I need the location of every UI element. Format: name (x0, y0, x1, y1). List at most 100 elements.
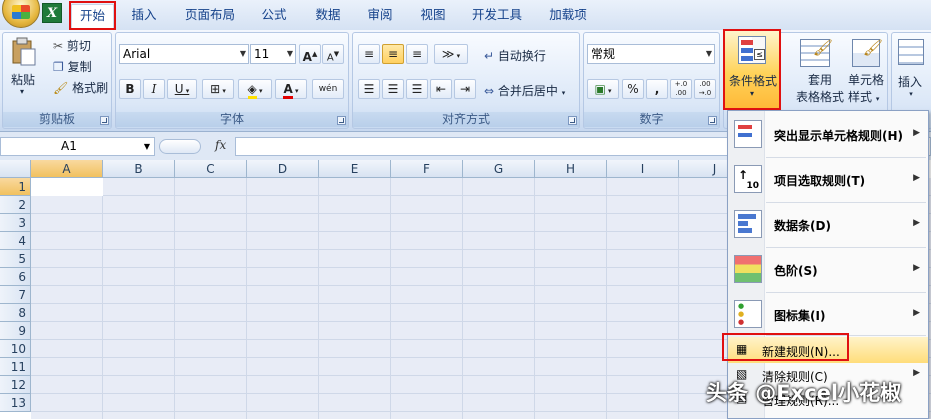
conditional-formatting-button[interactable]: ≤ 条件格式 ▾ (723, 29, 781, 110)
number-launcher-icon[interactable] (708, 116, 717, 125)
tab-insert[interactable]: 插入 (126, 4, 162, 28)
underline-label: U (174, 82, 184, 96)
select-all-corner[interactable] (0, 160, 31, 178)
number-format-combo[interactable]: 常规 ▼ (587, 44, 715, 64)
underline-button[interactable]: U ▾ (167, 79, 197, 99)
currency-button[interactable]: ▣ ▾ (587, 79, 619, 99)
tab-data[interactable]: 数据 (308, 4, 348, 28)
name-box-value: A1 (61, 139, 77, 153)
font-launcher-icon[interactable] (337, 116, 346, 125)
tab-review[interactable]: 审阅 (360, 4, 400, 28)
tab-formulas[interactable]: 公式 (254, 4, 294, 28)
chevron-down-icon: ▼ (705, 49, 712, 58)
font-color-button[interactable]: A ▾ (275, 79, 307, 99)
align-right-button[interactable]: ☰ (406, 79, 428, 99)
menu-separator (766, 292, 926, 293)
decrease-indent-icon: ⇤ (435, 82, 447, 96)
row-header[interactable]: 8 (0, 304, 31, 322)
row-header[interactable]: 11 (0, 358, 31, 376)
row-header[interactable]: 10 (0, 340, 31, 358)
row-header[interactable]: 6 (0, 268, 31, 286)
row-header[interactable]: 1 (0, 178, 31, 196)
tab-view[interactable]: 视图 (413, 4, 453, 28)
column-header[interactable]: D (247, 160, 319, 178)
menu-item-color-scales[interactable]: 色阶(S) ▶ (728, 250, 928, 288)
format-as-table-button[interactable]: 🖌 套用 表格格式 (796, 38, 844, 105)
insert-cells-button[interactable]: 插入 ▾ (898, 39, 924, 98)
align-top-icon: ≡ (363, 47, 375, 61)
font-name-combo[interactable]: Arial ▼ (119, 44, 249, 64)
paste-dropdown-arrow[interactable]: ▾ (20, 87, 24, 96)
decrease-decimal-button[interactable]: .00 →.0 (694, 79, 716, 99)
copy-button[interactable]: ❐ 复制 (53, 58, 92, 75)
align-top-button[interactable]: ≡ (358, 44, 380, 64)
font-color-icon: A (283, 82, 293, 99)
align-middle-button[interactable]: ≡ (382, 44, 404, 64)
borders-button[interactable]: ⊞ ▾ (202, 79, 234, 99)
paste-icon[interactable] (11, 37, 37, 67)
wrap-text-label: 自动换行 (497, 49, 546, 63)
column-header[interactable]: A (31, 160, 103, 178)
cut-button[interactable]: ✂ 剪切 (53, 37, 91, 54)
percent-button[interactable]: % (622, 79, 644, 99)
row-header[interactable]: 12 (0, 376, 31, 394)
column-header[interactable]: H (535, 160, 607, 178)
menu-item-highlight-rules[interactable]: 突出显示单元格规则(H) ▶ (728, 115, 928, 153)
row-header[interactable]: 2 (0, 196, 31, 214)
row-header[interactable]: 13 (0, 394, 31, 412)
format-painter-button[interactable]: 🖌 格式刷 (53, 79, 108, 96)
menu-item-top-bottom-rules[interactable]: 10 ↑ 项目选取规则(T) ▶ (728, 160, 928, 198)
name-box[interactable]: A1 ▼ (0, 137, 155, 156)
comma-button[interactable]: , (646, 79, 668, 99)
merge-center-label: 合并后居中 (497, 84, 558, 98)
office-button[interactable] (2, 0, 40, 28)
align-bottom-button[interactable]: ≡ (406, 44, 428, 64)
bold-button[interactable]: B (119, 79, 141, 99)
menu-separator (766, 247, 926, 248)
row-header[interactable]: 7 (0, 286, 31, 304)
wrap-text-button[interactable]: ↵ 自动换行 (484, 47, 546, 64)
decrease-indent-button[interactable]: ⇤ (430, 79, 452, 99)
row-header[interactable]: 9 (0, 322, 31, 340)
grow-font-button[interactable]: A▲ (299, 44, 321, 64)
column-header[interactable]: B (103, 160, 175, 178)
clipboard-group-label: 剪贴板 (3, 112, 111, 127)
increase-decimal-button[interactable]: +.0 .00 (670, 79, 692, 99)
shrink-font-button[interactable]: A▼ (322, 44, 344, 64)
formula-expand-handle[interactable] (159, 139, 201, 154)
align-left-button[interactable]: ☰ (358, 79, 380, 99)
column-header[interactable]: E (319, 160, 391, 178)
menu-item-icon-sets-label: 图标集(I) (774, 309, 826, 323)
fill-color-button[interactable]: ◈ ▾ (238, 79, 272, 99)
menu-item-icon-sets[interactable]: ● ● ● 图标集(I) ▶ (728, 295, 928, 333)
excel-icon[interactable]: X (42, 3, 62, 23)
merge-center-button[interactable]: ⇔ 合并后居中 ▾ (484, 82, 565, 99)
paste-button[interactable]: 粘贴 (11, 71, 35, 88)
cell-styles-button[interactable]: 🖌 单元格 样式 ▾ (848, 38, 884, 105)
chevron-down-icon[interactable]: ▼ (144, 138, 150, 155)
font-size-combo[interactable]: 11 ▼ (250, 44, 296, 64)
increase-indent-button[interactable]: ⇥ (454, 79, 476, 99)
phonetic-button[interactable]: wén (312, 79, 344, 99)
italic-button[interactable]: I (143, 79, 165, 99)
column-header[interactable]: F (391, 160, 463, 178)
row-header[interactable]: 3 (0, 214, 31, 232)
tab-developer[interactable]: 开发工具 (465, 4, 529, 28)
row-header[interactable]: 5 (0, 250, 31, 268)
row-header[interactable]: 4 (0, 232, 31, 250)
active-cell-a1[interactable] (31, 178, 103, 196)
increase-indent-icon: ⇥ (459, 82, 471, 96)
orientation-button[interactable]: ≫ ▾ (434, 44, 468, 64)
tab-page-layout[interactable]: 页面布局 (180, 4, 240, 28)
column-header[interactable]: G (463, 160, 535, 178)
align-center-button[interactable]: ☰ (382, 79, 404, 99)
font-name-value: Arial (123, 47, 151, 61)
clipboard-launcher-icon[interactable] (100, 116, 109, 125)
alignment-launcher-icon[interactable] (568, 116, 577, 125)
tab-addins[interactable]: 加载项 (543, 4, 593, 28)
chevron-right-icon: ▶ (913, 218, 920, 228)
insert-function-icon[interactable]: fx (215, 138, 226, 152)
column-header[interactable]: I (607, 160, 679, 178)
menu-item-data-bars[interactable]: 数据条(D) ▶ (728, 205, 928, 243)
column-header[interactable]: C (175, 160, 247, 178)
